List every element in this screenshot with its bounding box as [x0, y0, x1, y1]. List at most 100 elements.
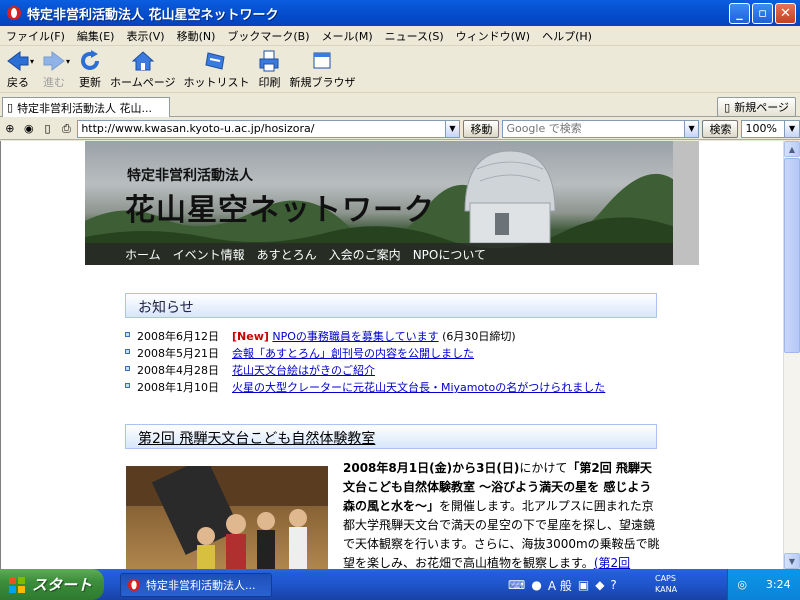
volume-icon[interactable]: ◎: [737, 578, 747, 591]
event-photo: [126, 466, 328, 569]
page-container: 特定非営利活動法人 花山星空ネットワーク ホーム イベント情報 あすとろん 入会…: [85, 141, 699, 569]
forward-dropdown-icon[interactable]: ▾: [66, 57, 70, 66]
nav-about-npo[interactable]: NPOについて: [413, 246, 486, 263]
scroll-down-icon[interactable]: ▼: [784, 553, 800, 569]
menu-news[interactable]: ニュース(S): [379, 28, 450, 44]
list-item: 2008年6月12日 [New] NPOの事務職員を募集しています (6月30日…: [125, 327, 665, 344]
windows-logo-icon: [9, 576, 25, 593]
window-title: 特定非営利活動法人 花山星空ネットワーク: [27, 7, 279, 23]
scroll-up-icon[interactable]: ▲: [784, 141, 800, 157]
news-date: 2008年5月21日: [137, 347, 219, 360]
help-icon[interactable]: ?: [610, 578, 616, 592]
toolbar: 戻る ▾ 進む ▾ 更新 ホームページ ホットリスト 印刷 新規ブラウザ: [0, 47, 800, 93]
site-banner: 特定非営利活動法人 花山星空ネットワーク ホーム イベント情報 あすとろん 入会…: [85, 141, 699, 265]
search-button[interactable]: 検索: [702, 119, 739, 138]
print-button[interactable]: 印刷: [253, 47, 285, 90]
event-link[interactable]: (第2回: [594, 556, 630, 569]
kana-indicator: KANA: [655, 585, 678, 594]
caps-indicator: CAPS: [655, 574, 676, 583]
nav-astron[interactable]: あすとろん: [257, 246, 317, 263]
keyboard-icon[interactable]: ⌨: [508, 578, 525, 592]
taskbar-item-browser[interactable]: 特定非営利活動法人...: [120, 572, 272, 597]
zoom-select[interactable]: 100%: [741, 119, 786, 138]
close-button[interactable]: ✕: [775, 2, 796, 24]
url-dropdown-icon[interactable]: ▼: [444, 119, 461, 138]
org-type: 特定非営利活動法人: [127, 168, 253, 184]
new-page-button[interactable]: ▯ 新規ページ: [717, 97, 796, 117]
language-bar: ⌨ ● A 般 ▣ ◆ ?: [508, 573, 617, 597]
start-button[interactable]: スタート: [0, 569, 104, 600]
vertical-scrollbar[interactable]: ▲ ▼: [783, 141, 800, 569]
menu-view[interactable]: 表示(V): [120, 28, 170, 44]
ime-tools-icon[interactable]: ▣: [578, 578, 589, 592]
news-link[interactable]: 火星の大型クレーターに元花山天文台長・Miyamotoの名がつけられました: [232, 381, 605, 394]
tab-bar: ▯ 特定非営利活動法人 花山... ▯ 新規ページ: [0, 94, 800, 117]
new-badge: [New]: [232, 330, 269, 343]
print-label: 印刷: [258, 76, 281, 89]
event-dates: 2008年8月1日(金)から3日(日): [343, 461, 520, 475]
minimize-button[interactable]: _: [729, 2, 750, 24]
url-input[interactable]: [77, 119, 446, 138]
opera-icon: [127, 578, 141, 591]
news-note: (6月30日締切): [442, 330, 516, 343]
menu-edit[interactable]: 編集(E): [71, 28, 121, 44]
print-icon: [259, 50, 279, 72]
news-link[interactable]: 花山天文台絵はがきのご紹介: [232, 364, 375, 377]
menu-navigation[interactable]: 移動(N): [171, 28, 222, 44]
tab-active[interactable]: ▯ 特定非営利活動法人 花山...: [2, 97, 170, 117]
menu-bookmarks[interactable]: ブックマーク(B): [221, 28, 315, 44]
security-icon[interactable]: ◉: [21, 121, 37, 137]
lock-icon[interactable]: ⊕: [2, 121, 18, 137]
menu-file[interactable]: ファイル(F): [0, 28, 71, 44]
news-date: 2008年4月28日: [137, 364, 219, 377]
ime-icon[interactable]: ●: [531, 578, 541, 592]
event-heading: 第2回 飛騨天文台こども自然体験教室: [125, 424, 657, 449]
new-window-icon: [313, 52, 331, 69]
list-item: 2008年5月21日 会報「あすとろん」創刊号の内容を公開しました: [125, 344, 665, 361]
menu-window[interactable]: ウィンドウ(W): [450, 28, 536, 44]
back-dropdown-icon[interactable]: ▾: [30, 57, 34, 66]
forward-arrow-icon: [43, 51, 65, 71]
reload-label: 更新: [79, 76, 102, 89]
hotlist-button[interactable]: ホットリスト: [179, 47, 253, 90]
menu-bar: ファイル(F) 編集(E) 表示(V) 移動(N) ブックマーク(B) メール(…: [0, 26, 800, 46]
bullet-icon: [125, 332, 130, 337]
news-date: 2008年1月10日: [137, 381, 219, 394]
bullet-icon: [125, 366, 130, 371]
event-description: 2008年8月1日(金)から3日(日)にかけて「第2回 飛騨天文台こども自然体験…: [343, 459, 663, 569]
nav-membership[interactable]: 入会のご案内: [329, 246, 401, 263]
new-browser-button[interactable]: 新規ブラウザ: [285, 47, 359, 90]
event-heading-link[interactable]: 第2回 飛騨天文台こども自然体験教室: [138, 431, 375, 447]
nav-events[interactable]: イベント情報: [173, 246, 245, 263]
ime-pad-icon[interactable]: ◆: [595, 578, 604, 592]
clock[interactable]: 3:24: [766, 578, 791, 591]
news-link[interactable]: NPOの事務職員を募集しています: [272, 330, 438, 343]
home-label: ホームページ: [110, 76, 176, 89]
go-button[interactable]: 移動: [463, 119, 500, 138]
news-date: 2008年6月12日: [137, 330, 219, 343]
opera-icon: [7, 6, 21, 20]
menu-help[interactable]: ヘルプ(H): [536, 28, 598, 44]
site-nav: ホーム イベント情報 あすとろん 入会のご案内 NPOについて: [85, 243, 673, 265]
news-list: 2008年6月12日 [New] NPOの事務職員を募集しています (6月30日…: [125, 327, 665, 395]
scroll-thumb[interactable]: [784, 158, 800, 353]
nav-home[interactable]: ホーム: [125, 246, 161, 263]
search-dropdown-icon[interactable]: ▼: [683, 119, 700, 138]
taskbar: スタート 特定非営利活動法人... ⌨ ● A 般 ▣ ◆ ? CAPS KAN…: [0, 569, 800, 600]
ime-mode[interactable]: A 般: [548, 577, 572, 594]
forward-button[interactable]: 進む: [38, 47, 70, 90]
print-small-icon[interactable]: ⎙: [58, 121, 74, 137]
home-button[interactable]: ホームページ: [106, 47, 179, 90]
zoom-dropdown-icon[interactable]: ▼: [784, 119, 800, 138]
news-heading: お知らせ: [125, 293, 657, 318]
search-input[interactable]: [502, 119, 685, 138]
maximize-button[interactable]: ▫: [752, 2, 773, 24]
menu-mail[interactable]: メール(M): [316, 28, 379, 44]
taskbar-item-label: 特定非営利活動法人...: [146, 578, 256, 592]
reload-button[interactable]: 更新: [74, 47, 106, 90]
back-button[interactable]: 戻る: [2, 47, 34, 90]
list-item: 2008年1月10日 火星の大型クレーターに元花山天文台長・Miyamotoの名…: [125, 378, 665, 395]
page-info-icon[interactable]: ▯: [40, 121, 56, 137]
news-link[interactable]: 会報「あすとろん」創刊号の内容を公開しました: [232, 347, 474, 360]
bullet-icon: [125, 383, 130, 388]
